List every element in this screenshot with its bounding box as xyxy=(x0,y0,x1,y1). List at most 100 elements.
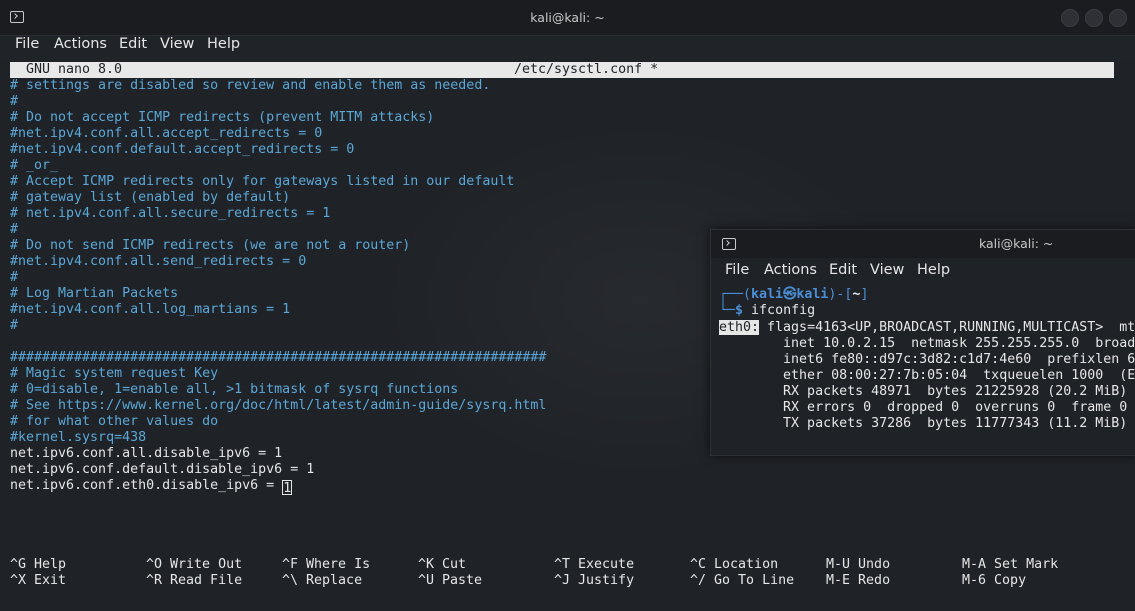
win2-title: kali@kali: ~ xyxy=(979,236,1054,251)
flags-text: flags=4163<UP,BROADCAST,RUNNING,MULTICAS… xyxy=(767,320,1135,335)
ifconfig-output-line: RX packets 48971 bytes 21225928 (20.2 Mi… xyxy=(719,384,1128,399)
nano-line: #kernel.sysrq=438 xyxy=(10,430,147,445)
nano-line: # settings are disabled so review and en… xyxy=(10,78,491,93)
nano-line: # Magic system request Key xyxy=(10,366,219,381)
nano-line: # xyxy=(10,318,19,333)
nano-shortcut: M-U Undo xyxy=(826,557,890,573)
nano-shortcut: M-A Set Mark xyxy=(962,557,1058,573)
menu-actions[interactable]: Actions xyxy=(54,36,107,52)
window-title: kali@kali: ~ xyxy=(530,10,605,25)
win2-menu-edit[interactable]: Edit xyxy=(829,262,857,278)
nano-line: #net.ipv4.conf.all.send_redirects = 0 xyxy=(10,254,307,269)
nano-line: # 0=disable, 1=enable all, >1 bitmask of… xyxy=(10,382,459,397)
shortcut-key: ^\ xyxy=(282,573,299,588)
shortcut-key: M-U xyxy=(826,557,851,572)
nano-shortcut: ^\ Replace xyxy=(282,573,362,589)
shortcut-label: Where Is xyxy=(306,557,371,572)
shortcut-label: Go To Line xyxy=(714,573,795,588)
shortcut-label: Redo xyxy=(858,573,891,588)
shortcut-key: ^U xyxy=(418,573,435,588)
nano-line: # xyxy=(10,222,19,237)
prompt-user: kali xyxy=(751,287,784,302)
ifconfig-output-line: ether 08:00:27:7b:05:04 txqueuelen 1000 … xyxy=(783,368,1135,383)
menu-file[interactable]: File xyxy=(15,36,39,52)
shortcut-label: Set Mark xyxy=(994,557,1059,572)
ifconfig-terminal-window[interactable]: kali@kali: ~ File Actions Edit View Help… xyxy=(710,229,1135,456)
shortcut-label: Execute xyxy=(578,557,635,572)
nano-shortcut: M-E Redo xyxy=(826,573,890,589)
nano-line: # _or_ xyxy=(10,158,59,173)
shortcut-key: ^F xyxy=(282,557,299,572)
ifconfig-output-line: inet 10.0.2.15 netmask 255.255.255.0 bro… xyxy=(783,336,1135,351)
shortcut-key: ^G xyxy=(10,557,27,572)
win2-title-bar[interactable]: kali@kali: ~ xyxy=(711,230,1135,258)
win2-menu-help[interactable]: Help xyxy=(917,262,950,278)
shortcut-key: M-E xyxy=(826,573,851,588)
title-bar[interactable]: kali@kali: ~ xyxy=(0,0,1135,36)
shortcut-key: ^O xyxy=(146,557,163,572)
prompt-host: kali xyxy=(796,287,829,302)
menu-edit[interactable]: Edit xyxy=(119,36,147,52)
shortcut-key: ^/ xyxy=(690,573,707,588)
maximize-button[interactable] xyxy=(1085,9,1103,27)
nano-shortcut: ^/ Go To Line xyxy=(690,573,794,589)
nano-line: # for what other values do xyxy=(10,414,219,429)
shortcut-key: ^T xyxy=(554,557,571,572)
shortcut-key: ^J xyxy=(554,573,571,588)
shortcut-label: Cut xyxy=(442,557,467,572)
prompt-line: ┌──(kali㉿kali)-[~] xyxy=(719,287,868,303)
nano-shortcut: ^C Location xyxy=(690,557,778,573)
nano-line: # Do not accept ICMP redirects (prevent … xyxy=(10,110,435,125)
shortcut-key: M-A xyxy=(962,557,987,572)
nano-line: #net.ipv4.conf.default.accept_redirects … xyxy=(10,142,355,157)
shortcut-key: ^X xyxy=(10,573,27,588)
win2-menu-file[interactable]: File xyxy=(725,262,749,278)
nano-line: ########################################… xyxy=(10,350,547,365)
nano-shortcut: ^X Exit xyxy=(10,573,66,589)
shortcut-label: Paste xyxy=(442,573,483,588)
shortcut-label: Undo xyxy=(858,557,891,572)
nano-line: # net.ipv4.conf.all.secure_redirects = 1 xyxy=(10,206,331,221)
menu-help[interactable]: Help xyxy=(207,36,240,52)
shortcut-label: Help xyxy=(34,557,67,572)
command-text: ifconfig xyxy=(751,303,816,318)
nano-line: net.ipv6.conf.default.disable_ipv6 = 1 xyxy=(10,462,315,477)
interface-name: eth0: xyxy=(719,320,760,335)
win2-menu-view[interactable]: View xyxy=(870,262,904,278)
ifconfig-output-line: inet6 fe80::d97c:3d82:c1d7:4e60 prefixle… xyxy=(719,352,1135,367)
prompt-end: ] xyxy=(860,287,869,302)
nano-line: # Accept ICMP redirects only for gateway… xyxy=(10,174,515,189)
close-button[interactable] xyxy=(1109,9,1127,27)
nano-line: #net.ipv4.conf.all.accept_redirects = 0 xyxy=(10,126,323,141)
shortcut-label: Copy xyxy=(994,573,1027,588)
minimize-button[interactable] xyxy=(1061,9,1079,27)
prompt-dollar-prefix: └─ xyxy=(719,303,736,318)
win2-menu-bar: File Actions Edit View Help xyxy=(711,258,1135,284)
flags-line: eth0: flags=4163<UP,BROADCAST,RUNNING,MU… xyxy=(719,320,1135,336)
shortcut-label: Justify xyxy=(578,573,635,588)
menu-view[interactable]: View xyxy=(160,36,194,52)
nano-shortcut: ^T Execute xyxy=(554,557,634,573)
prompt-open: ┌──( xyxy=(719,287,752,302)
shortcut-label: Read File xyxy=(170,573,243,588)
nano-line: # Do not send ICMP redirects (we are not… xyxy=(10,238,411,253)
win2-menu-actions[interactable]: Actions xyxy=(764,262,817,278)
terminal-icon xyxy=(722,238,736,250)
nano-shortcut: M-6 Copy xyxy=(962,573,1026,589)
menu-bar: File Actions Edit View Help xyxy=(0,35,1135,60)
nano-line: # See https://www.kernel.org/doc/html/la… xyxy=(10,398,547,413)
shortcut-label: Location xyxy=(714,557,779,572)
nano-shortcut: ^G Help xyxy=(10,557,66,573)
nano-shortcut: ^K Cut xyxy=(418,557,466,573)
command-line: └─$ ifconfig xyxy=(719,303,815,319)
nano-line: # Log Martian Packets xyxy=(10,286,179,301)
shortcut-label: Exit xyxy=(34,573,67,588)
ifconfig-output-line: RX errors 0 dropped 0 overruns 0 frame 0 xyxy=(719,400,1128,415)
shortcut-key: ^R xyxy=(146,573,163,588)
prompt-close: )-[ xyxy=(828,287,853,302)
nano-title-bar: GNU nano 8.0 /etc/sysctl.conf * xyxy=(10,62,1114,78)
nano-version: GNU nano 8.0 xyxy=(26,62,123,77)
nano-shortcut: ^O Write Out xyxy=(146,557,242,573)
nano-shortcut: ^F Where Is xyxy=(282,557,370,573)
nano-filename: /etc/sysctl.conf * xyxy=(514,62,659,77)
